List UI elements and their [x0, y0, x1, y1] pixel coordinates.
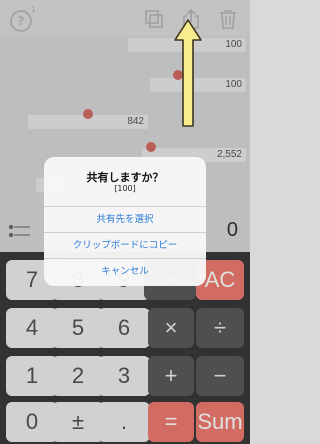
cancel-button[interactable]: キャンセル	[44, 258, 206, 284]
copy-to-clipboard-button[interactable]: クリップボードにコピー	[44, 232, 206, 258]
dialog-message: [100]	[114, 184, 136, 193]
share-alert-dialog: 共有しますか？ [100] 共有先を選択 クリップボードにコピー キャンセル	[44, 157, 206, 286]
pointer-arrow-icon	[174, 19, 202, 127]
dialog-title: 共有しますか？	[86, 171, 164, 184]
choose-share-target-button[interactable]: 共有先を選択	[44, 206, 206, 232]
